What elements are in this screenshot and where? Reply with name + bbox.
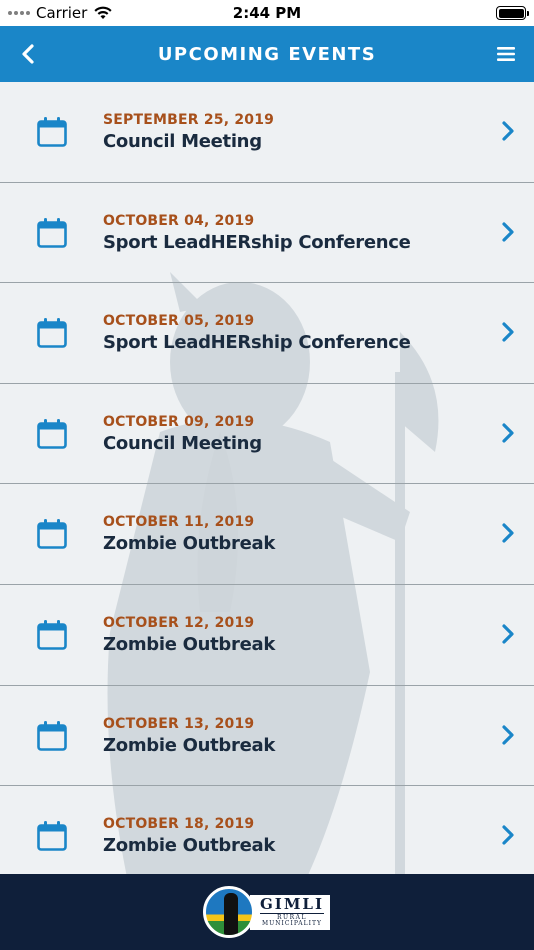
- event-date: OCTOBER 05, 2019: [103, 313, 255, 330]
- carrier-label: Carrier: [36, 4, 88, 22]
- event-title: Council Meeting: [103, 131, 262, 152]
- chevron-right-icon: [502, 221, 514, 242]
- event-date: OCTOBER 09, 2019: [103, 413, 255, 430]
- events-area: SEPTEMBER 25, 2019 Council Meeting OCTOB…: [0, 82, 534, 874]
- list-item[interactable]: OCTOBER 18, 2019 Zombie Outbreak: [0, 786, 534, 874]
- status-left: Carrier: [8, 4, 113, 22]
- hamburger-menu-icon: [497, 47, 515, 61]
- event-text: OCTOBER 05, 2019 Sport LeadHERship Confe…: [103, 313, 411, 353]
- event-title: Zombie Outbreak: [103, 734, 276, 756]
- event-text: OCTOBER 11, 2019 Zombie Outbreak: [103, 514, 275, 554]
- list-item[interactable]: SEPTEMBER 25, 2019 Council Meeting: [0, 82, 534, 183]
- chevron-left-icon: [22, 44, 34, 64]
- list-item[interactable]: OCTOBER 13, 2019 Zombie Outbreak: [0, 686, 534, 787]
- logo-main-text: GIMLI: [260, 894, 324, 913]
- calendar-icon: [37, 519, 67, 550]
- event-title: Council Meeting: [103, 432, 262, 454]
- menu-button[interactable]: [492, 40, 520, 68]
- event-date: OCTOBER 13, 2019: [103, 715, 255, 732]
- event-title: Sport LeadHERship Conference: [103, 332, 411, 354]
- event-text: OCTOBER 04, 2019 Sport LeadHERship Confe…: [103, 213, 411, 253]
- chevron-right-icon: [502, 825, 514, 845]
- chevron-right-icon: [502, 322, 514, 342]
- chevron-right-icon: [502, 423, 514, 443]
- logo-emblem-icon: [203, 886, 255, 938]
- back-button[interactable]: [14, 40, 42, 68]
- calendar-icon: [37, 720, 67, 751]
- logo-text-box: GIMLI RURAL MUNICIPALITY: [249, 893, 331, 931]
- logo-sub2-text: MUNICIPALITY: [262, 919, 322, 927]
- event-text: SEPTEMBER 25, 2019 Council Meeting: [103, 112, 274, 152]
- event-text: OCTOBER 12, 2019 Zombie Outbreak: [103, 615, 275, 655]
- battery-icon: [496, 6, 529, 20]
- app-header: UPCOMING EVENTS: [0, 26, 534, 82]
- event-text: OCTOBER 13, 2019 Zombie Outbreak: [103, 716, 275, 756]
- event-text: OCTOBER 18, 2019 Zombie Outbreak: [103, 816, 275, 856]
- chevron-right-icon: [502, 121, 514, 141]
- event-date: OCTOBER 12, 2019: [103, 614, 255, 631]
- signal-icon: [8, 11, 30, 15]
- list-item[interactable]: OCTOBER 11, 2019 Zombie Outbreak: [0, 484, 534, 585]
- calendar-icon: [37, 318, 67, 348]
- footer: GIMLI RURAL MUNICIPALITY: [0, 874, 534, 950]
- event-date: OCTOBER 11, 2019: [103, 514, 255, 531]
- page-title: UPCOMING EVENTS: [157, 43, 377, 65]
- event-list: SEPTEMBER 25, 2019 Council Meeting OCTOB…: [0, 82, 534, 874]
- event-title: Sport LeadHERship Conference: [103, 231, 411, 253]
- event-date: OCTOBER 18, 2019: [103, 816, 255, 833]
- gimli-logo[interactable]: GIMLI RURAL MUNICIPALITY: [203, 886, 331, 938]
- event-title: Zombie Outbreak: [103, 835, 276, 857]
- event-date: OCTOBER 04, 2019: [103, 212, 255, 229]
- status-bar: Carrier 2:44 PM: [0, 0, 534, 26]
- event-title: Zombie Outbreak: [103, 533, 276, 555]
- event-date: SEPTEMBER 25, 2019: [103, 112, 275, 128]
- calendar-icon: [37, 619, 67, 650]
- list-item[interactable]: OCTOBER 12, 2019 Zombie Outbreak: [0, 585, 534, 686]
- list-item[interactable]: OCTOBER 05, 2019 Sport LeadHERship Confe…: [0, 283, 534, 384]
- calendar-icon: [37, 821, 67, 851]
- list-item[interactable]: OCTOBER 04, 2019 Sport LeadHERship Confe…: [0, 183, 534, 284]
- calendar-icon: [37, 117, 67, 147]
- event-text: OCTOBER 09, 2019 Council Meeting: [103, 414, 262, 454]
- chevron-right-icon: [502, 523, 514, 543]
- chevron-right-icon: [502, 624, 514, 644]
- calendar-icon: [37, 217, 67, 248]
- wifi-icon: [93, 6, 113, 20]
- calendar-icon: [37, 418, 67, 449]
- event-title: Zombie Outbreak: [103, 633, 276, 655]
- list-item[interactable]: OCTOBER 09, 2019 Council Meeting: [0, 384, 534, 485]
- chevron-right-icon: [502, 724, 514, 745]
